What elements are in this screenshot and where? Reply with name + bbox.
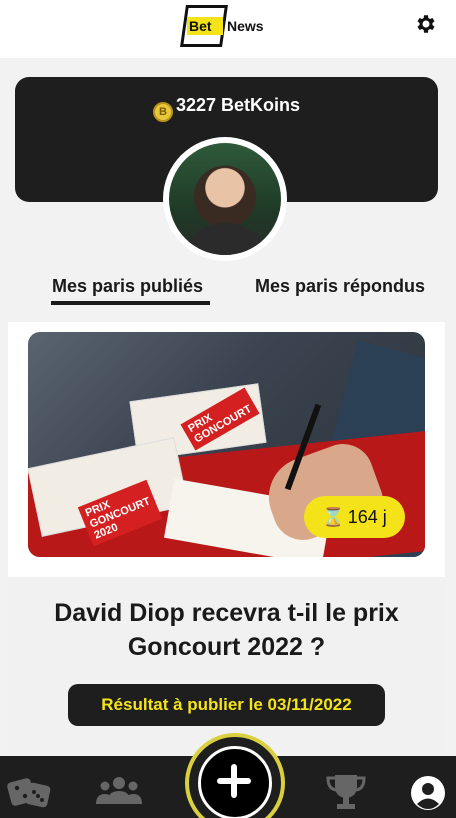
coins-balance: B 3227 BetKoins (15, 94, 438, 122)
logo-bet-text: Bet (189, 18, 212, 34)
app-header: Bet News (0, 0, 456, 58)
plus-icon-vertical (231, 764, 237, 798)
tab-published[interactable]: Mes paris publiés (52, 275, 203, 297)
timer-badge: ⌛ 164 j (304, 496, 405, 538)
active-tab-indicator (51, 301, 210, 305)
coin-icon: B (152, 102, 173, 122)
coins-value: 3227 BetKoins (175, 95, 301, 115)
avatar-shoulders (179, 223, 271, 255)
dice-icon[interactable] (7, 772, 53, 810)
timer-value: 164 j (347, 507, 387, 527)
result-date-badge: Résultat à publier le 03/11/2022 (68, 684, 385, 726)
tab-answered[interactable]: Mes paris répondus (255, 275, 425, 297)
gear-icon[interactable] (414, 12, 438, 36)
betnews-logo[interactable]: Bet News (180, 5, 273, 49)
bet-question: David Diop recevra t-il le prix Goncourt… (54, 599, 399, 661)
trophy-icon[interactable] (325, 772, 367, 812)
avatar[interactable] (163, 137, 287, 261)
profile-photo (169, 143, 281, 255)
hourglass-icon: ⌛ (322, 507, 345, 527)
logo-news-text: News (227, 18, 264, 34)
users-icon[interactable] (96, 774, 142, 806)
account-icon[interactable] (410, 775, 446, 811)
